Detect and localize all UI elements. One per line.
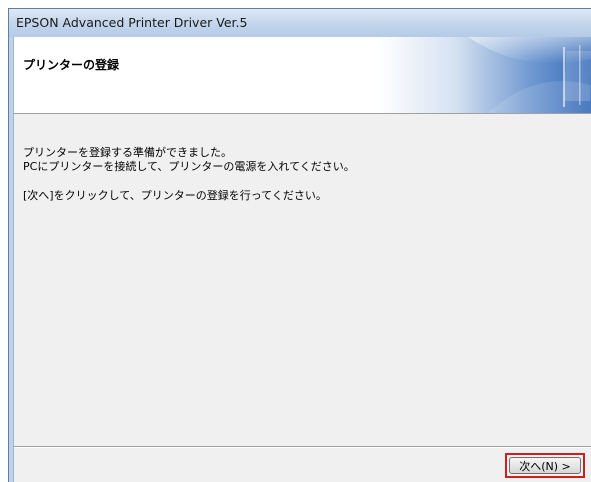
page-title: プリンターの登録 bbox=[23, 58, 120, 72]
message-line-2: PCにプリンターを接続して、プリンターの電源を入れてください。 bbox=[23, 160, 355, 173]
wizard-message: プリンターを登録する準備ができました。 PCにプリンターを接続して、プリンターの… bbox=[23, 146, 590, 203]
title-bar[interactable]: EPSON Advanced Printer Driver Ver.5 bbox=[9, 9, 591, 37]
button-separator bbox=[14, 446, 591, 448]
window-title: EPSON Advanced Printer Driver Ver.5 bbox=[16, 15, 248, 30]
next-button[interactable]: 次へ(N) > bbox=[509, 457, 581, 474]
wizard-body: プリンターの登録 プリンターを登録する準備ができました。 PCにプリンターを接続… bbox=[13, 37, 591, 482]
message-line-3: [次へ]をクリックして、プリンターの登録を行ってください。 bbox=[23, 189, 327, 202]
message-line-1: プリンターを登録する準備ができました。 bbox=[23, 146, 232, 159]
next-button-highlight: 次へ(N) > bbox=[505, 453, 585, 478]
header-banner-graphic bbox=[378, 37, 591, 113]
wizard-header: プリンターの登録 bbox=[14, 37, 591, 114]
installer-window: EPSON Advanced Printer Driver Ver.5 プリンタ… bbox=[8, 8, 591, 482]
